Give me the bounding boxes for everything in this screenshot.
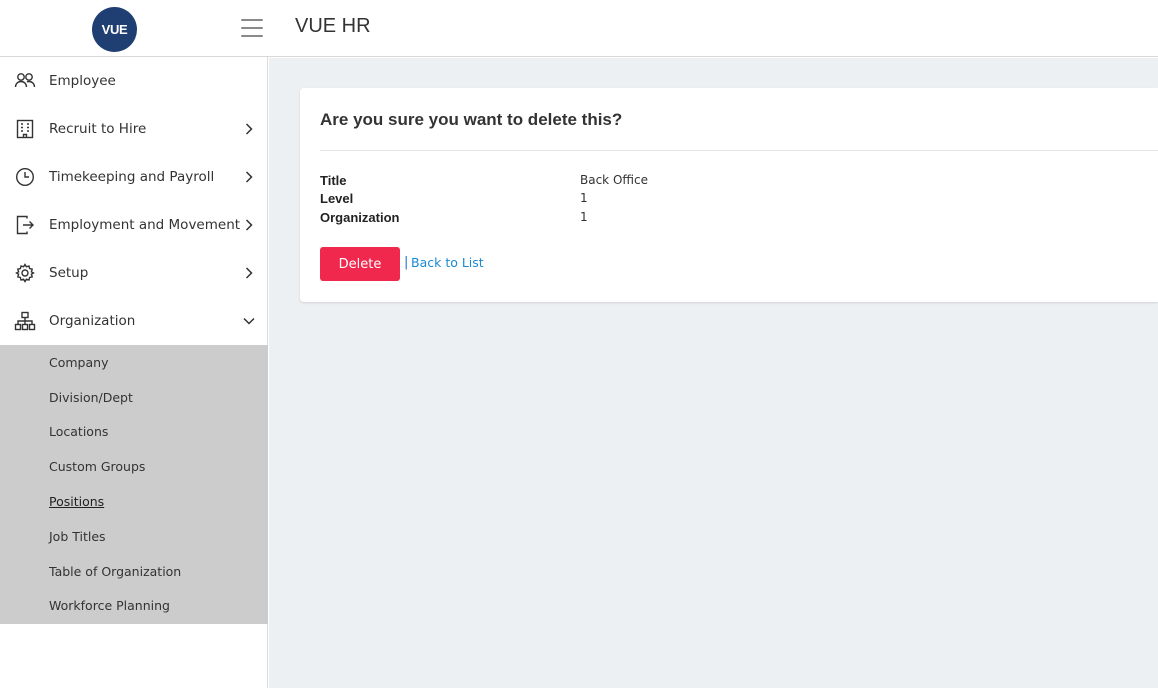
detail-value: 1: [580, 210, 588, 224]
sidebar-item-label: Timekeeping and Payroll: [49, 169, 215, 185]
chevron-down-icon: [243, 315, 255, 327]
sidebar-item-recruit-to-hire[interactable]: Recruit to Hire: [0, 105, 267, 153]
exit-icon: [14, 214, 36, 236]
detail-row-title: Title Back Office: [320, 173, 648, 191]
org-chart-icon: [14, 310, 36, 332]
gear-icon: [14, 262, 36, 284]
main-content: Are you sure you want to delete this? Ti…: [269, 58, 1158, 688]
detail-value: 1: [580, 191, 588, 205]
clock-icon: [14, 166, 36, 188]
top-header: VUE VUE HR: [0, 0, 1158, 57]
submenu-item-company[interactable]: Company: [0, 345, 268, 380]
sidebar-item-timekeeping-and-payroll[interactable]: Timekeeping and Payroll: [0, 153, 267, 201]
sidebar-item-label: Setup: [49, 265, 89, 281]
chevron-right-icon: [243, 219, 255, 231]
sidebar-item-employee[interactable]: Employee: [0, 57, 267, 105]
app-title: VUE HR: [295, 15, 371, 37]
detail-label: Organization: [320, 210, 400, 225]
organization-submenu: Company Division/Dept Locations Custom G…: [0, 345, 268, 624]
submenu-item-table-of-organization[interactable]: Table of Organization: [0, 554, 268, 589]
sidebar-item-setup[interactable]: Setup: [0, 249, 267, 297]
back-to-list-link[interactable]: Back to List: [411, 255, 484, 270]
link-separator: |: [404, 255, 409, 270]
sidebar-item-label: Employee: [49, 73, 116, 89]
sidebar-item-organization[interactable]: Organization: [0, 297, 267, 345]
chevron-right-icon: [243, 171, 255, 183]
submenu-item-custom-groups[interactable]: Custom Groups: [0, 449, 268, 484]
submenu-item-positions[interactable]: Positions: [0, 484, 268, 519]
chevron-right-icon: [243, 267, 255, 279]
hamburger-menu-icon[interactable]: [241, 19, 263, 37]
submenu-item-job-titles[interactable]: Job Titles: [0, 519, 268, 554]
detail-label: Level: [320, 191, 354, 206]
sidebar-item-label: Organization: [49, 313, 136, 329]
divider: [320, 150, 1158, 151]
sidebar-item-label: Recruit to Hire: [49, 121, 147, 137]
delete-confirmation-card: Are you sure you want to delete this? Ti…: [300, 88, 1158, 302]
submenu-item-division-dept[interactable]: Division/Dept: [0, 380, 268, 415]
page-title: Are you sure you want to delete this?: [320, 110, 623, 129]
sidebar: Employee Recruit to Hire Timekeeping and…: [0, 57, 268, 688]
building-icon: [14, 118, 36, 140]
detail-row-organization: Organization 1: [320, 210, 588, 228]
vue-logo[interactable]: VUE: [92, 7, 137, 52]
delete-button[interactable]: Delete: [320, 247, 400, 281]
users-icon: [14, 70, 36, 92]
detail-value: Back Office: [580, 173, 648, 187]
detail-label: Title: [320, 173, 347, 188]
submenu-item-workforce-planning[interactable]: Workforce Planning: [0, 589, 268, 624]
detail-row-level: Level 1: [320, 191, 588, 209]
submenu-item-locations[interactable]: Locations: [0, 415, 268, 450]
sidebar-item-label: Employment and Movement: [49, 217, 241, 233]
chevron-right-icon: [243, 123, 255, 135]
sidebar-item-employment-and-movement[interactable]: Employment and Movement: [0, 201, 267, 249]
